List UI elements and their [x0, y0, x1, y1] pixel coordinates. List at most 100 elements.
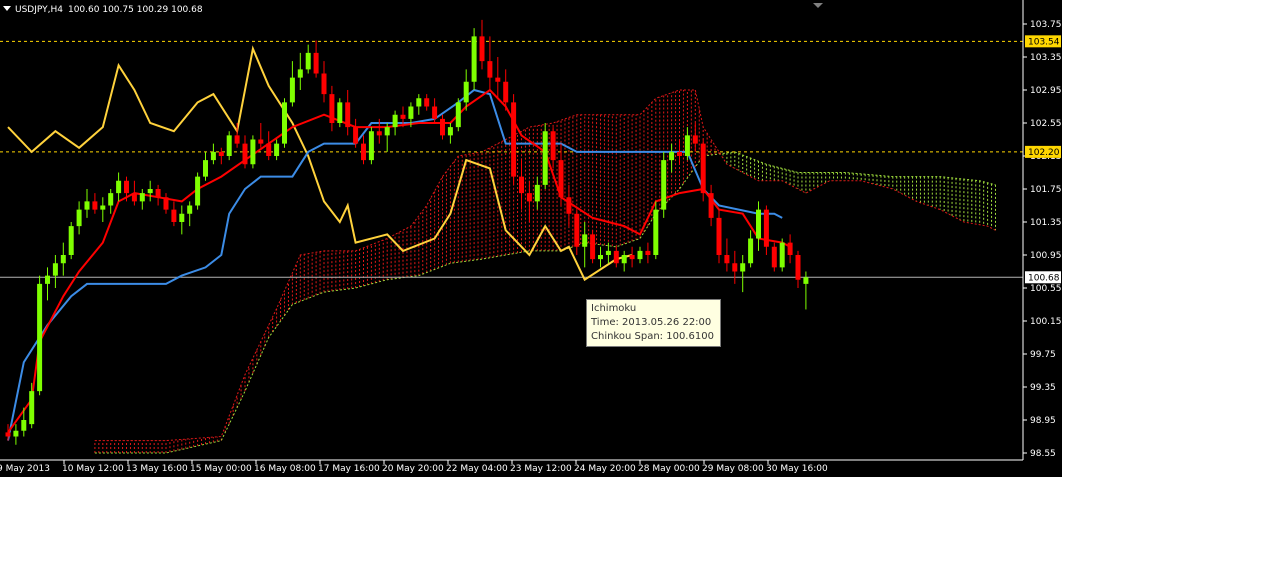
candle-body [179, 213, 185, 222]
time-tick-label: 9 May 2013 [0, 464, 50, 474]
candle [542, 123, 548, 189]
candle [645, 242, 651, 264]
chart-canvas[interactable]: 103.75103.35102.95102.55102.15101.75101.… [0, 0, 1062, 477]
candle-body [37, 283, 43, 392]
price-tick-label: 99.35 [1030, 383, 1056, 393]
candle-body [313, 52, 319, 74]
low-value: 100.29 [136, 5, 169, 15]
candle-body [282, 102, 287, 144]
candle-body [692, 135, 698, 144]
candle-body [566, 197, 572, 214]
candle-body [716, 217, 722, 255]
candle [171, 201, 177, 227]
price-tick-label: 101.35 [1030, 218, 1062, 228]
candle-body [84, 201, 90, 210]
candle [226, 131, 232, 161]
candle [289, 61, 295, 107]
candle-body [400, 114, 406, 119]
candle [700, 139, 706, 202]
candle-body [590, 234, 596, 260]
price-tick-label: 98.95 [1030, 416, 1056, 426]
candle-body [621, 255, 627, 264]
candle [195, 172, 201, 210]
candle-body [92, 201, 98, 210]
high-value: 100.75 [102, 5, 134, 15]
candle-body [353, 127, 359, 144]
candle-body [724, 255, 730, 264]
indicator-tooltip: Ichimoku Time: 2013.05.26 22:00 Chinkou … [586, 299, 721, 347]
price-highlight-label: 100.68 [1028, 273, 1060, 283]
candle-body [605, 250, 611, 255]
candle-body [29, 391, 35, 425]
candle [653, 201, 659, 260]
candle [748, 230, 754, 268]
price-axis-ticks: 103.75103.35102.95102.55102.15101.75101.… [1023, 20, 1062, 459]
candle-body [511, 102, 517, 177]
candle [795, 250, 801, 288]
candle [108, 189, 114, 214]
candle [392, 110, 398, 136]
candle-body [124, 180, 129, 194]
candle [479, 19, 485, 70]
candle-body [329, 94, 335, 123]
price-tick-label: 100.95 [1030, 251, 1062, 261]
candle-body [740, 263, 746, 272]
candle-body [479, 36, 485, 62]
candle [724, 238, 730, 272]
candle-body [13, 430, 19, 437]
time-tick-label: 29 May 08:00 [702, 464, 764, 474]
candle [669, 143, 675, 173]
time-tick-label: 24 May 20:00 [574, 464, 636, 474]
candle-body [116, 180, 122, 194]
candle [282, 98, 287, 148]
candle [5, 424, 11, 441]
price-tick-label: 98.55 [1030, 449, 1056, 459]
candle-body [337, 102, 343, 123]
tooltip-value: Chinkou Span: 100.6100 [591, 331, 714, 342]
candle [598, 246, 603, 268]
candle [242, 135, 248, 169]
candle [52, 255, 58, 288]
candle-body [100, 205, 106, 210]
candle-body [5, 432, 11, 437]
price-tick-label: 100.55 [1030, 284, 1062, 294]
chart-window[interactable]: 103.75103.35102.95102.55102.15101.75101.… [0, 0, 1062, 477]
price-tick-label: 102.55 [1030, 119, 1062, 129]
candle-body [574, 213, 580, 247]
candle-body [76, 209, 82, 227]
time-tick-label: 30 May 16:00 [766, 464, 828, 474]
candle [756, 201, 761, 251]
candle [716, 209, 722, 264]
candle [76, 201, 82, 235]
candle-body [171, 209, 177, 222]
triangle-down-icon[interactable] [3, 6, 11, 11]
time-tick-label: 13 May 16:00 [126, 464, 188, 474]
candle-body [297, 69, 303, 78]
candle-body [582, 234, 588, 247]
candle-body [487, 61, 493, 78]
candle-body [305, 52, 311, 70]
price-tick-label: 100.15 [1030, 317, 1062, 327]
candle [345, 90, 351, 136]
candle [139, 189, 145, 210]
candle-body [131, 193, 137, 202]
candle-body [376, 131, 382, 136]
candle-body [661, 160, 667, 210]
candle-body [21, 420, 27, 431]
candle [574, 209, 580, 255]
candle [258, 123, 264, 148]
candle-body [463, 81, 469, 103]
chart-header: USDJPY,H4 100.60 100.75 100.29 100.68 [3, 3, 203, 17]
candle [732, 250, 738, 284]
candle [68, 222, 74, 260]
candle-body [526, 193, 532, 202]
candle [590, 230, 596, 264]
candle-body [503, 81, 509, 103]
candle [534, 176, 540, 210]
candle-body [708, 193, 714, 218]
candle [313, 40, 319, 78]
candle [763, 205, 769, 255]
tooltip-title: Ichimoku [591, 303, 637, 314]
candle-body [542, 131, 548, 185]
candle-body [361, 143, 366, 161]
